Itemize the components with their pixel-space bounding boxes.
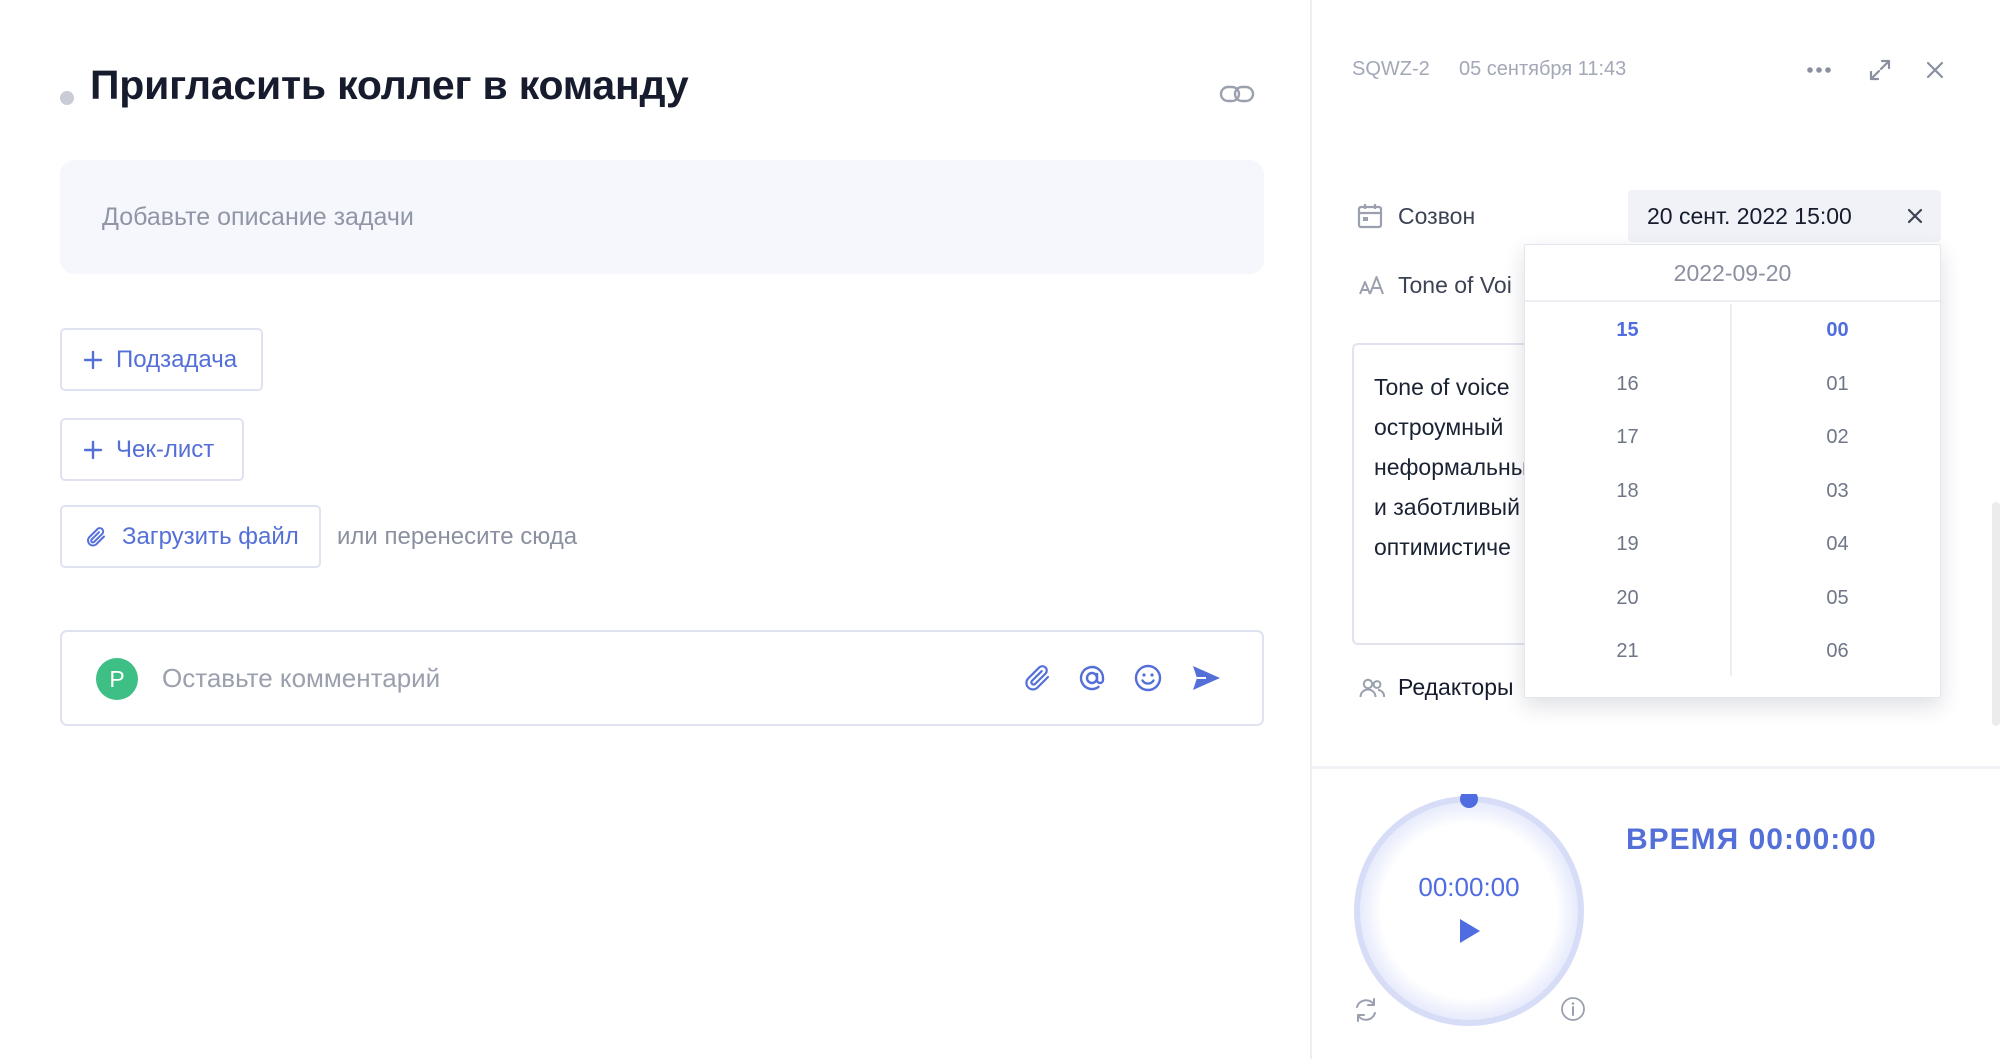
drop-hint: или перенесите сюда [337, 523, 578, 550]
tone-label: Tone of Voi [1398, 272, 1512, 298]
close-icon[interactable] [1920, 55, 1950, 85]
side-scrollbar[interactable] [1992, 502, 2000, 726]
task-title[interactable]: Пригласить коллег в команду [90, 62, 689, 109]
call-label: Созвон [1398, 203, 1476, 229]
upload-file-label: Загрузить файл [122, 522, 299, 550]
emoji-icon[interactable] [1132, 662, 1164, 694]
plus-icon [83, 350, 103, 369]
task-id: SQWZ-2 [1352, 58, 1430, 80]
status-dot[interactable] [60, 91, 74, 105]
add-checklist-button[interactable]: Чек-лист [60, 418, 244, 481]
description-placeholder: Добавьте описание задачи [102, 203, 414, 231]
text-size-icon [1359, 276, 1384, 295]
users-icon [1359, 678, 1386, 698]
link-icon[interactable] [1219, 82, 1255, 106]
picker-minute[interactable]: 02 [1734, 411, 1941, 465]
close-icon[interactable] [1903, 204, 1927, 228]
task-main-panel: Пригласить коллег в команду Добавьте опи… [0, 0, 1310, 1059]
picker-hour[interactable]: 21 [1525, 625, 1730, 679]
picker-hour[interactable]: 16 [1525, 358, 1730, 412]
upload-file-button[interactable]: Загрузить файл [60, 505, 321, 568]
paperclip-icon[interactable] [1022, 662, 1054, 694]
task-title-row: Пригласить коллег в команду [60, 62, 1270, 118]
task-created-date: 05 сентября 11:43 [1459, 58, 1627, 80]
picker-minute[interactable]: 06 [1734, 625, 1941, 679]
comment-box: P [60, 630, 1264, 726]
call-date-value: 20 сент. 2022 15:00 [1647, 202, 1852, 229]
picker-hour[interactable]: 19 [1525, 518, 1730, 572]
at-icon[interactable] [1076, 662, 1108, 694]
plus-icon [83, 440, 103, 459]
call-date-chip[interactable]: 20 сент. 2022 15:00 [1628, 190, 1941, 242]
picker-minutes-column[interactable]: 00 01 02 03 04 05 06 [1734, 304, 1941, 679]
picker-minute[interactable]: 01 [1734, 358, 1941, 412]
description-field[interactable]: Добавьте описание задачи [60, 160, 1264, 274]
picker-hour[interactable]: 18 [1525, 465, 1730, 519]
picker-minute[interactable]: 05 [1734, 572, 1941, 626]
picker-date[interactable]: 2022-09-20 [1525, 245, 1940, 302]
more-icon[interactable] [1804, 55, 1834, 85]
picker-minute[interactable]: 04 [1734, 518, 1941, 572]
picker-minute[interactable]: 00 [1734, 304, 1941, 358]
picker-hour[interactable]: 15 [1525, 304, 1730, 358]
expand-icon[interactable] [1865, 55, 1895, 85]
reset-icon[interactable] [1352, 996, 1380, 1024]
avatar: P [96, 658, 138, 700]
comment-input[interactable] [162, 650, 962, 706]
paperclip-icon [87, 526, 105, 546]
picker-hours-column[interactable]: 15 16 17 18 19 20 21 [1525, 304, 1732, 676]
add-subtask-button[interactable]: Подзадача [60, 328, 263, 391]
calendar-icon [1357, 204, 1383, 229]
time-total: ВРЕМЯ 00:00:00 [1626, 823, 1877, 856]
picker-hour[interactable]: 20 [1525, 572, 1730, 626]
editors-label: Редакторы [1398, 674, 1514, 700]
add-checklist-label: Чек-лист [116, 435, 215, 463]
picker-hour[interactable]: 17 [1525, 411, 1730, 465]
play-icon[interactable] [1452, 915, 1484, 947]
info-icon[interactable] [1560, 996, 1586, 1022]
timer-display: 00:00:00 [1418, 872, 1520, 902]
send-icon[interactable] [1190, 662, 1222, 694]
add-subtask-label: Подзадача [116, 345, 238, 373]
picker-minute[interactable]: 03 [1734, 465, 1941, 519]
datetime-picker: 2022-09-20 15 16 17 18 19 20 21 00 01 02… [1524, 244, 1941, 698]
timer-dial [1354, 794, 1584, 1026]
